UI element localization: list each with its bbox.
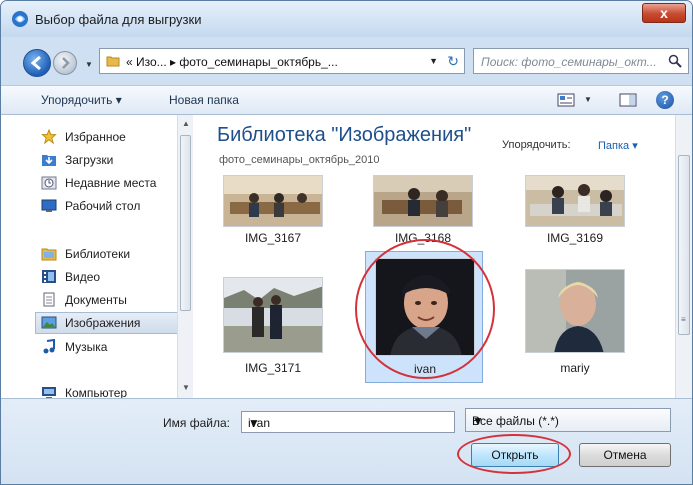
toolbar: Упорядочить ▾ Новая папка ▼ ?: [1, 85, 692, 115]
sidebar-item-label: Загрузки: [65, 153, 114, 167]
view-options-icon[interactable]: [557, 93, 575, 107]
preview-pane-icon[interactable]: [619, 93, 637, 107]
scrollbar-thumb[interactable]: [180, 135, 191, 311]
chevron-down-icon[interactable]: ▼: [429, 56, 438, 66]
file-name: IMG_3168: [394, 231, 452, 245]
sidebar-item-label: Документы: [65, 293, 127, 307]
filetype-select[interactable]: Все файлы (*.*) ▼: [465, 408, 671, 432]
libraries-icon: [41, 248, 57, 261]
forward-button[interactable]: [53, 51, 77, 75]
help-button[interactable]: ?: [656, 91, 674, 109]
file-item-img-3171[interactable]: IMG_3171: [217, 269, 335, 379]
title-bar: Выбор файла для выгрузки x: [1, 1, 692, 37]
thumbnail-image: [223, 277, 323, 353]
file-selection-panel: Имя файла: ivan ▼ Все файлы (*.*) ▼ Откр…: [1, 398, 692, 484]
scrollbar-thumb[interactable]: [678, 155, 690, 335]
library-title: Библиотека "Изображения": [217, 124, 472, 146]
desktop-icon: [41, 199, 57, 212]
file-name: IMG_3167: [244, 231, 302, 245]
file-list-pane: Библиотека "Изображения" фото_семинары_о…: [205, 115, 675, 398]
sidebar-item-label: Музыка: [65, 340, 108, 354]
search-icon[interactable]: [668, 54, 682, 68]
filename-label: Имя файла:: [163, 416, 230, 430]
arrange-by-dropdown[interactable]: Папка ▾: [598, 139, 638, 152]
navigation-pane-scrollbar[interactable]: ▲ ▼: [177, 115, 193, 398]
cancel-button[interactable]: Отмена: [579, 443, 671, 467]
address-path[interactable]: « Изо... ▸ фото_семинары_октябрь_...: [126, 55, 338, 69]
file-name: mariy: [560, 361, 590, 375]
search-input[interactable]: Поиск: фото_семинары_окт...: [473, 48, 689, 74]
thumbnail-image: [525, 269, 625, 353]
scroll-down-icon[interactable]: ▼: [182, 383, 190, 392]
back-button[interactable]: [23, 49, 51, 77]
sidebar-item-label: Избранное: [65, 130, 126, 144]
file-item-mariy[interactable]: mariy: [519, 269, 637, 379]
file-name: IMG_3169: [546, 231, 604, 245]
documents-icon: [43, 292, 55, 307]
chevron-down-icon[interactable]: ▼: [472, 414, 663, 428]
sidebar-item-label: Недавние места: [65, 176, 157, 190]
close-button[interactable]: x: [642, 3, 686, 23]
scroll-grip-icon: ≡: [681, 315, 686, 324]
history-dropdown-icon[interactable]: ▼: [85, 60, 93, 69]
organize-button[interactable]: Упорядочить ▾: [41, 93, 122, 107]
file-item-ivan[interactable]: ivan: [365, 251, 483, 383]
pictures-icon: [41, 316, 57, 329]
navigation-pane: Избранное Загрузки Недавние места Рабочи…: [27, 115, 185, 400]
sidebar-item-pictures[interactable]: Изображения: [35, 312, 185, 334]
filename-field[interactable]: ivan ▼: [241, 411, 455, 433]
star-icon: [41, 129, 57, 144]
arrow-left-icon: [30, 55, 41, 71]
file-name: IMG_3171: [244, 361, 302, 375]
video-icon: [42, 270, 56, 283]
chevron-down-icon[interactable]: ▼: [248, 416, 448, 430]
sidebar-item-label: Библиотеки: [65, 247, 131, 261]
refresh-icon[interactable]: ↻: [447, 53, 459, 70]
thumbnail-image: [223, 175, 323, 227]
new-folder-button[interactable]: Новая папка: [169, 93, 239, 107]
file-name: ivan: [413, 362, 436, 376]
scroll-up-icon[interactable]: ▲: [182, 119, 190, 128]
thumbnail-image: [373, 175, 473, 227]
thumbnail-image: [525, 175, 625, 227]
recent-places-icon: [41, 176, 57, 190]
file-dialog-window: Выбор файла для выгрузки x ▼ « Изо... ▸ …: [0, 0, 693, 485]
app-icon: [12, 11, 28, 27]
window-title: Выбор файла для выгрузки: [35, 12, 202, 27]
sidebar-item-label: Изображения: [65, 316, 141, 330]
music-icon: [43, 339, 55, 354]
folder-icon: [106, 56, 120, 67]
downloads-folder-icon: [42, 155, 56, 166]
thumbnail-image: [375, 258, 475, 356]
sidebar-item-label: Видео: [65, 270, 101, 284]
address-bar[interactable]: « Изо... ▸ фото_семинары_октябрь_... ▼ ↻: [99, 48, 465, 74]
file-item-img-3167[interactable]: IMG_3167: [217, 175, 335, 245]
navigation-bar: ▼ « Изо... ▸ фото_семинары_октябрь_... ▼…: [1, 37, 692, 81]
sidebar-item-label: Рабочий стол: [65, 199, 141, 213]
view-dropdown-icon[interactable]: ▼: [584, 95, 592, 104]
arrow-right-icon: [62, 57, 70, 69]
file-item-img-3169[interactable]: IMG_3169: [519, 175, 637, 245]
content-area: Избранное Загрузки Недавние места Рабочи…: [1, 115, 692, 400]
arrange-by-label: Упорядочить:: [502, 139, 571, 151]
open-button[interactable]: Открыть: [471, 443, 559, 467]
file-item-img-3168[interactable]: IMG_3168: [367, 175, 485, 245]
search-placeholder: Поиск: фото_семинары_окт...: [481, 55, 657, 69]
file-list-scrollbar[interactable]: ≡: [675, 115, 692, 398]
library-subtitle: фото_семинары_октябрь_2010: [219, 154, 380, 166]
